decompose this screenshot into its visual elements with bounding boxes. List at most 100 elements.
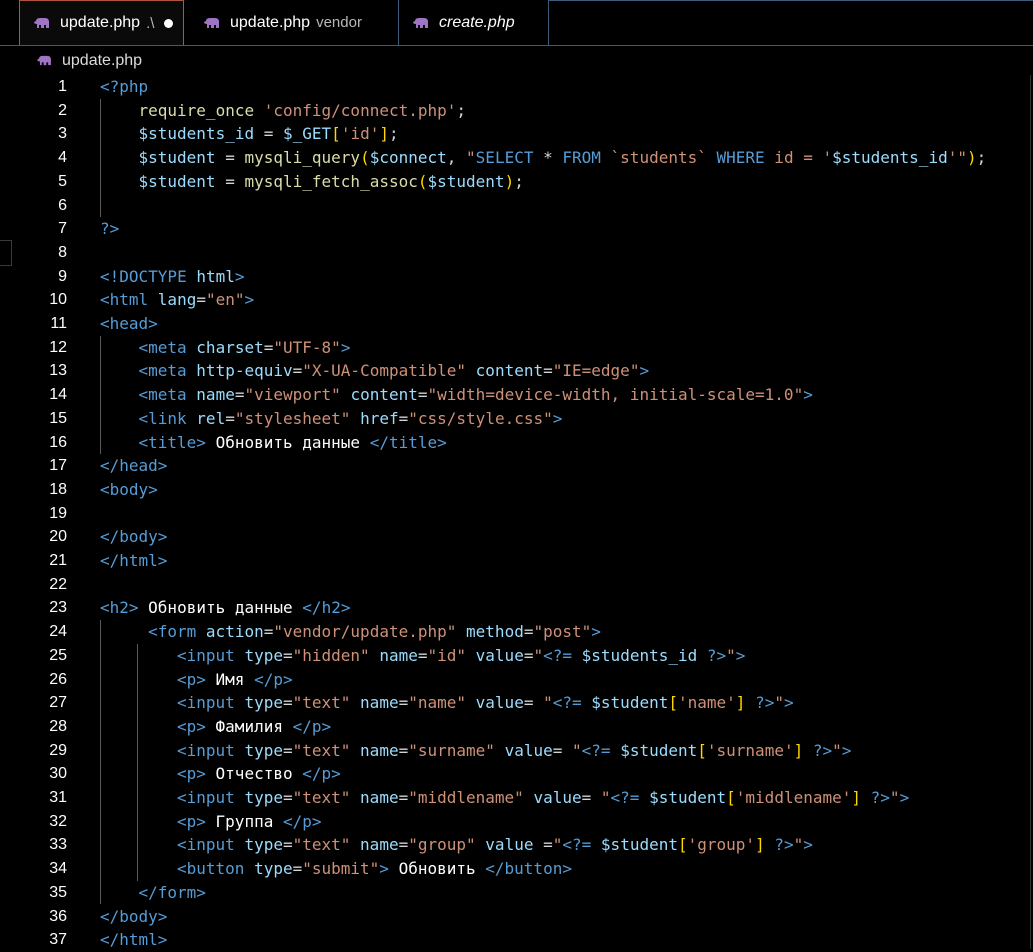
code-token: ; xyxy=(976,148,987,168)
code-token: 'config/connect.php' xyxy=(263,100,457,120)
code-line[interactable]: 23 <h2> Обновить данные </h2> xyxy=(0,596,1033,620)
code-line[interactable]: 36 </body> xyxy=(0,905,1033,929)
code-line[interactable]: 30 <p> Отчество </p> xyxy=(0,762,1033,786)
code-token: "text" xyxy=(292,835,351,855)
code-token: "surname" xyxy=(408,740,495,760)
code-token: > xyxy=(591,622,601,642)
code-token: http-equiv xyxy=(196,361,293,381)
code-line[interactable]: 35 </form> xyxy=(0,881,1033,905)
code-token: = xyxy=(196,290,206,310)
code-line[interactable]: 20 </body> xyxy=(0,525,1033,549)
line-number: 30 xyxy=(49,765,67,783)
code-token: = xyxy=(292,859,303,879)
line-number: 21 xyxy=(49,552,67,569)
code-line[interactable]: 24 <form action="vendor/update.php" metho… xyxy=(0,620,1033,644)
code-token: <meta xyxy=(138,337,197,357)
code-token: "width=device-width, initial-scale=1.0" xyxy=(427,385,804,405)
code-token: <input xyxy=(177,835,245,855)
code-line[interactable]: 28 <p> Фамилия </p> xyxy=(0,715,1033,739)
code-line[interactable]: 3 $students_id = $_GET['id']; xyxy=(0,122,1033,146)
code-token: Группа xyxy=(205,811,283,831)
code-line[interactable]: 14 <meta name="viewport" content="width=d… xyxy=(0,383,1033,407)
tab-update-php-root[interactable]: update.php .\ xyxy=(19,0,184,45)
code-text: <input type="text" name="name" value= "<… xyxy=(177,691,794,715)
code-line[interactable]: 21 </html> xyxy=(0,549,1033,573)
code-editor[interactable]: 1 <?php 2 require_once 'config/connect.php'… xyxy=(0,75,1033,949)
code-line[interactable]: 12 <meta charset="UTF-8"> xyxy=(0,336,1033,360)
code-line[interactable]: 18 <body> xyxy=(0,478,1033,502)
code-line[interactable]: 5 $student = mysqli_fetch_assoc($student)… xyxy=(0,170,1033,194)
code-line[interactable]: 34 <button type="submit"> Обновить </butt… xyxy=(0,857,1033,881)
php-elephant-icon xyxy=(413,17,428,28)
code-line[interactable]: 15 <link rel="stylesheet" href="css/style… xyxy=(0,407,1033,431)
tab-create-php[interactable]: create.php xyxy=(399,0,549,45)
code-token: $student xyxy=(138,171,216,191)
tab-path-hint: vendor xyxy=(316,14,362,31)
code-line[interactable]: 25 <input type="hidden" name="id" value="… xyxy=(0,644,1033,668)
code-token: </body> xyxy=(100,527,168,547)
code-line[interactable]: 7 ?> xyxy=(0,217,1033,241)
code-line[interactable]: 13 <meta http-equiv="X-UA-Compatible" con… xyxy=(0,359,1033,383)
code-line[interactable]: 32 <p> Группа </p> xyxy=(0,810,1033,834)
code-line[interactable]: 29 <input type="text" name="surname" valu… xyxy=(0,739,1033,763)
code-line[interactable]: 27 <input type="text" name="name" value= … xyxy=(0,691,1033,715)
php-elephant-icon xyxy=(37,55,51,66)
code-token: <title> xyxy=(138,432,206,452)
code-token: $_GET xyxy=(283,124,332,144)
unsaved-dot-icon[interactable] xyxy=(164,18,174,28)
indent-guide xyxy=(137,643,138,881)
code-token: value xyxy=(475,645,524,665)
code-token: "submit" xyxy=(302,859,380,879)
tab-label: update.php xyxy=(230,13,311,31)
code-line[interactable]: 33 <input type="text" name="group" value … xyxy=(0,833,1033,857)
code-text: <html lang="en"> xyxy=(100,288,254,312)
code-line[interactable]: 11 <head> xyxy=(0,312,1033,336)
code-token: "text" xyxy=(292,740,351,760)
code-line[interactable]: 2 require_once 'config/connect.php'; xyxy=(0,99,1033,123)
code-token: "IE=edge" xyxy=(552,361,640,381)
line-number: 26 xyxy=(49,670,67,688)
breadcrumb[interactable]: update.php xyxy=(0,46,1033,75)
code-line[interactable]: 22 xyxy=(0,573,1033,597)
code-line[interactable]: 8 xyxy=(0,241,1033,265)
code-token: <form xyxy=(148,622,206,642)
code-line[interactable]: 17 </head> xyxy=(0,454,1033,478)
code-token: <?= xyxy=(581,740,611,760)
code-token: $students_id xyxy=(832,148,948,168)
code-line[interactable]: 6 xyxy=(0,194,1033,218)
code-text: <button type="submit"> Обновить </button… xyxy=(177,857,572,881)
code-token: "viewport" xyxy=(244,385,341,405)
code-token: = xyxy=(263,622,274,642)
code-token: $students_id xyxy=(138,124,255,144)
code-token: <button xyxy=(177,859,255,879)
code-line[interactable]: 10 <html lang="en"> xyxy=(0,288,1033,312)
code-token: " xyxy=(572,740,582,760)
code-token: $student xyxy=(620,740,698,760)
code-line[interactable]: 1 <?php xyxy=(0,75,1033,99)
line-number: 9 xyxy=(58,267,67,285)
code-text: <p> Фамилия </p> xyxy=(177,715,331,739)
code-line[interactable]: 16 <title> Обновить данные </title> xyxy=(0,431,1033,455)
code-token: href xyxy=(360,408,399,428)
code-token: Отчество xyxy=(205,764,303,784)
code-token: <?= xyxy=(562,835,592,855)
code-line[interactable]: 19 xyxy=(0,502,1033,526)
line-number: 7 xyxy=(58,220,67,238)
code-text: <meta charset="UTF-8"> xyxy=(139,336,351,360)
code-line[interactable]: 4 $student = mysqli_query($connect, "SELE… xyxy=(0,146,1033,170)
code-text: <head> xyxy=(100,312,158,336)
code-line[interactable]: 31 <input type="text" name="middlename" v… xyxy=(0,786,1033,810)
code-token: value xyxy=(533,788,582,807)
tab-bar-empty-area xyxy=(549,0,1033,46)
code-line[interactable]: 26 <p> Имя </p> xyxy=(0,668,1033,692)
tab-update-php-vendor[interactable]: update.php vendor xyxy=(190,0,399,45)
code-line[interactable]: 9 <!DOCTYPE html> xyxy=(0,265,1033,289)
code-token: lang xyxy=(157,290,197,310)
code-line[interactable]: 37 </html> xyxy=(0,928,1033,952)
code-token: WHERE xyxy=(716,148,765,168)
code-text: <body> xyxy=(100,478,158,502)
